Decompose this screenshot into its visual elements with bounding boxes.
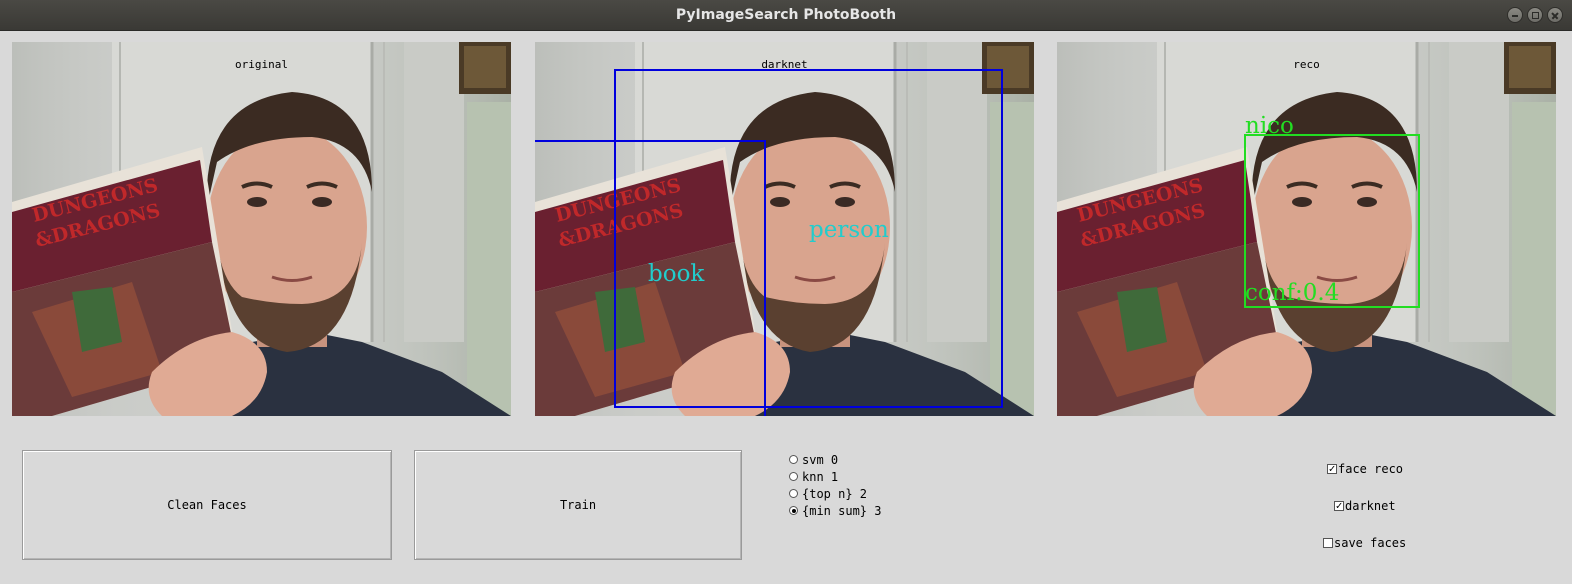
save-faces-label: save faces — [1334, 536, 1407, 550]
radio-label: {min sum} 3 — [802, 503, 882, 518]
save-faces-toggle[interactable]: save faces — [1323, 536, 1406, 550]
maximize-icon[interactable] — [1527, 7, 1543, 23]
camera-frame — [535, 42, 1034, 416]
camera-frame — [1057, 42, 1556, 416]
clean-faces-button[interactable]: Clean Faces — [22, 450, 392, 560]
camera-frame — [12, 42, 511, 416]
reco-camera-view: reco nico conf:0.4 — [1057, 42, 1556, 416]
radio-label: knn 1 — [802, 469, 839, 484]
darknet-checkbox[interactable]: ✓ — [1334, 500, 1344, 511]
window-titlebar: PyImageSearch PhotoBooth — [0, 0, 1572, 31]
save-faces-checkbox[interactable] — [1323, 538, 1333, 548]
radio-button[interactable] — [789, 455, 798, 464]
face-reco-toggle[interactable]: ✓ face reco — [1327, 462, 1403, 476]
panel-label-darknet: darknet — [761, 58, 808, 71]
panel-label-original: original — [235, 58, 288, 71]
face-name-label: nico — [1245, 113, 1294, 139]
book-detection-label: book — [648, 261, 705, 287]
radio-label: {top n} 2 — [802, 486, 868, 501]
radio-option-knn[interactable]: knn 1 — [789, 468, 881, 485]
close-icon[interactable] — [1547, 7, 1563, 23]
darknet-label: darknet — [1345, 499, 1396, 513]
window-title: PyImageSearch PhotoBooth — [675, 7, 897, 23]
radio-button[interactable] — [789, 489, 798, 498]
radio-option-top-n[interactable]: {top n} 2 — [789, 485, 881, 502]
radio-option-min-sum[interactable]: {min sum} 3 — [789, 502, 881, 519]
face-reco-checkbox[interactable]: ✓ — [1327, 463, 1337, 474]
face-confidence-label: conf:0.4 — [1245, 280, 1340, 306]
radio-option-svm[interactable]: svm 0 — [789, 451, 881, 468]
panel-label-reco: reco — [1293, 58, 1320, 71]
radio-button-selected[interactable] — [789, 506, 798, 515]
darknet-camera-view: darknet person book — [535, 42, 1034, 416]
face-reco-label: face reco — [1338, 462, 1404, 476]
original-camera-view: original — [12, 42, 511, 416]
person-detection-label: person — [809, 217, 889, 243]
radio-button[interactable] — [789, 472, 798, 481]
darknet-toggle[interactable]: ✓ darknet — [1334, 499, 1396, 513]
minimize-icon[interactable] — [1507, 7, 1523, 23]
train-button[interactable]: Train — [414, 450, 742, 560]
classifier-radio-group: svm 0 knn 1 {top n} 2 {min sum} 3 — [789, 451, 881, 519]
radio-label: svm 0 — [802, 452, 839, 467]
